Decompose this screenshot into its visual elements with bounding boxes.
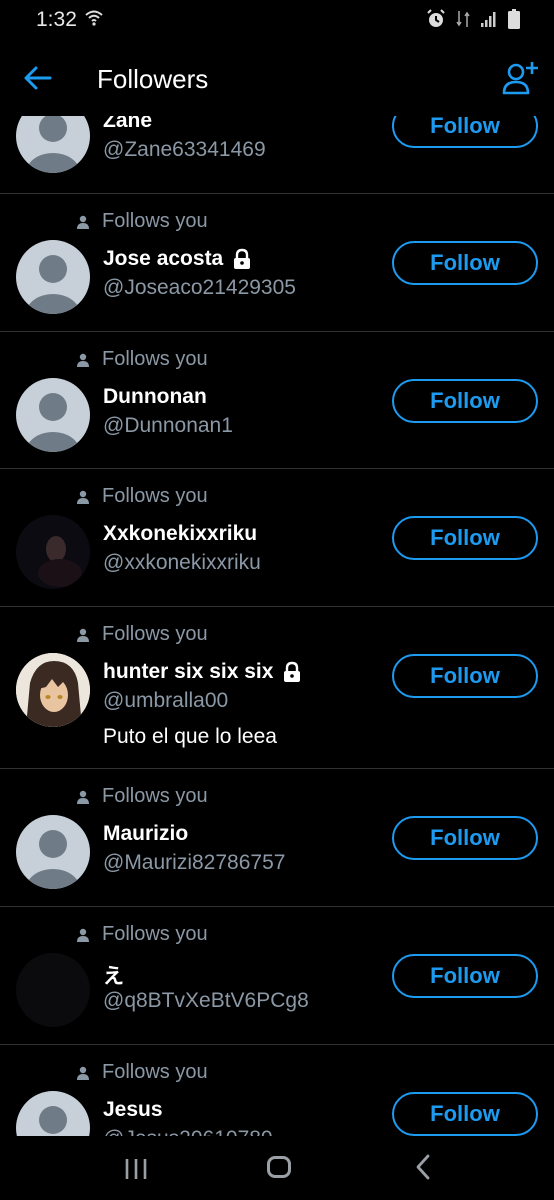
follows-you-indicator: Follows you (76, 485, 208, 508)
back-arrow-icon[interactable] (22, 64, 54, 92)
follow-button[interactable]: Follow (392, 379, 538, 423)
user-name: Maurizio (103, 822, 189, 845)
home-icon[interactable] (267, 1156, 291, 1178)
user-handle: @Maurizi82786757 (103, 851, 286, 874)
person-icon (77, 490, 89, 504)
follows-you-indicator: Follows you (76, 348, 208, 371)
user-handle: @Zane63341469 (103, 138, 266, 161)
follows-you-label: Follows you (102, 623, 208, 645)
user-handle: @q8BTvXeBtV6PCg8 (103, 989, 309, 1012)
lock-icon (234, 248, 251, 269)
list-item[interactable]: Follows you Jesus @Jesus20610780 Follow (0, 1045, 554, 1136)
follows-you-label: Follows you (102, 1061, 208, 1083)
user-name: Dunnonan (103, 385, 207, 408)
list-item[interactable]: Follows you Maurizio @Maurizi82786757 Fo… (0, 769, 554, 907)
follows-you-indicator: Follows you (76, 923, 208, 946)
list-item[interactable]: Follows you Jose acosta @Joseaco21429305… (0, 194, 554, 332)
nav-back-icon[interactable] (414, 1154, 432, 1180)
avatar[interactable] (16, 953, 90, 1027)
avatar[interactable] (16, 240, 90, 314)
user-handle: @Joseaco21429305 (103, 276, 296, 299)
follow-button[interactable]: Follow (392, 816, 538, 860)
person-icon (77, 215, 89, 229)
user-name: え (103, 965, 124, 988)
user-name: Zane (103, 116, 153, 132)
avatar[interactable] (16, 1091, 90, 1136)
user-handle: @Jesus20610780 (103, 1127, 273, 1136)
list-item[interactable]: Follows you hunter six six six @umbralla… (0, 607, 554, 769)
follows-you-indicator: Follows you (76, 210, 208, 233)
follow-button[interactable]: Follow (392, 954, 538, 998)
user-handle: @umbralla00 (103, 689, 229, 712)
user-handle: @xxkonekixxriku (103, 551, 261, 574)
avatar[interactable] (16, 116, 90, 173)
data-icon (456, 11, 470, 27)
follow-button[interactable]: Follow (392, 241, 538, 285)
person-icon (77, 353, 89, 367)
avatar[interactable] (16, 653, 90, 727)
user-bio: Puto el que lo leea (103, 725, 277, 748)
follows-you-indicator: Follows you (76, 623, 208, 646)
person-icon (77, 790, 89, 804)
lock-icon (284, 661, 301, 682)
app-header: Followers (0, 40, 554, 116)
person-icon (77, 628, 89, 642)
alarm-icon (427, 9, 445, 27)
list-item[interactable]: Zane @Zane63341469 Follow (0, 116, 554, 194)
user-name: hunter six six six (103, 660, 303, 684)
status-icons (426, 9, 520, 29)
followers-list: Zane @Zane63341469 Follow Follows you Jo… (0, 116, 554, 1136)
follow-button[interactable]: Follow (392, 116, 538, 148)
add-user-icon[interactable] (502, 60, 540, 96)
avatar[interactable] (16, 815, 90, 889)
wifi-icon (85, 10, 103, 26)
follows-you-label: Follows you (102, 485, 208, 507)
page-title: Followers (97, 64, 209, 94)
system-nav-bar (0, 1136, 554, 1200)
avatar[interactable] (16, 378, 90, 452)
follow-button[interactable]: Follow (392, 654, 538, 698)
user-handle: @Dunnonan1 (103, 414, 233, 437)
person-icon (77, 1066, 89, 1080)
recents-icon[interactable] (124, 1158, 148, 1180)
battery-icon (508, 9, 520, 29)
follow-button[interactable]: Follow (392, 1092, 538, 1136)
follows-you-indicator: Follows you (76, 1061, 208, 1084)
follows-you-label: Follows you (102, 348, 208, 370)
person-icon (77, 928, 89, 942)
follows-you-label: Follows you (102, 785, 208, 807)
list-item[interactable]: Follows you Dunnonan @Dunnonan1 Follow (0, 332, 554, 469)
signal-icon (481, 12, 496, 27)
follows-you-label: Follows you (102, 210, 208, 232)
avatar[interactable] (16, 515, 90, 589)
status-time: 1:32 (36, 8, 77, 31)
follows-you-indicator: Follows you (76, 785, 208, 808)
user-name: Jose acosta (103, 247, 253, 271)
list-item[interactable]: Follows you Xxkonekixxriku @xxkonekixxri… (0, 469, 554, 607)
list-item[interactable]: Follows you え @q8BTvXeBtV6PCg8 Follow (0, 907, 554, 1045)
follows-you-label: Follows you (102, 923, 208, 945)
user-name: Xxkonekixxriku (103, 522, 258, 545)
user-name: Jesus (103, 1098, 163, 1121)
follow-button[interactable]: Follow (392, 516, 538, 560)
status-bar: 1:32 (0, 0, 554, 40)
